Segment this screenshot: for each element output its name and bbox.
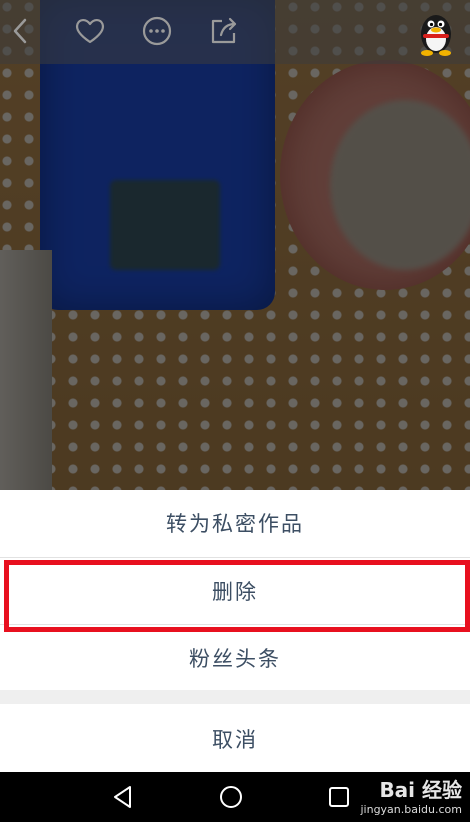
more-icon[interactable] [140, 14, 174, 48]
baidu-jingyan-watermark: Bai 经验 jingyan.baidu.com [360, 774, 462, 816]
cancel-button[interactable]: 取消 [0, 706, 470, 772]
watermark-url: jingyan.baidu.com [360, 803, 462, 816]
recents-square-icon[interactable] [324, 782, 354, 812]
action-sheet: 转为私密作品 删除 粉丝头条 取消 [0, 490, 470, 772]
back-triangle-icon[interactable] [108, 782, 138, 812]
modal-dim-overlay[interactable] [0, 0, 470, 490]
back-icon[interactable] [4, 14, 38, 48]
qq-avatar[interactable] [416, 8, 456, 56]
make-private-option[interactable]: 转为私密作品 [0, 490, 470, 556]
share-icon[interactable] [207, 14, 241, 48]
section-gap [0, 690, 470, 704]
fan-headline-option[interactable]: 粉丝头条 [0, 625, 470, 691]
heart-icon[interactable] [73, 14, 107, 48]
home-circle-icon[interactable] [216, 782, 246, 812]
top-toolbar [0, 0, 470, 64]
watermark-brand: Bai 经验 [379, 778, 462, 802]
system-nav-bar: Bai 经验 jingyan.baidu.com [0, 772, 470, 822]
delete-option[interactable]: 删除 [0, 558, 470, 624]
